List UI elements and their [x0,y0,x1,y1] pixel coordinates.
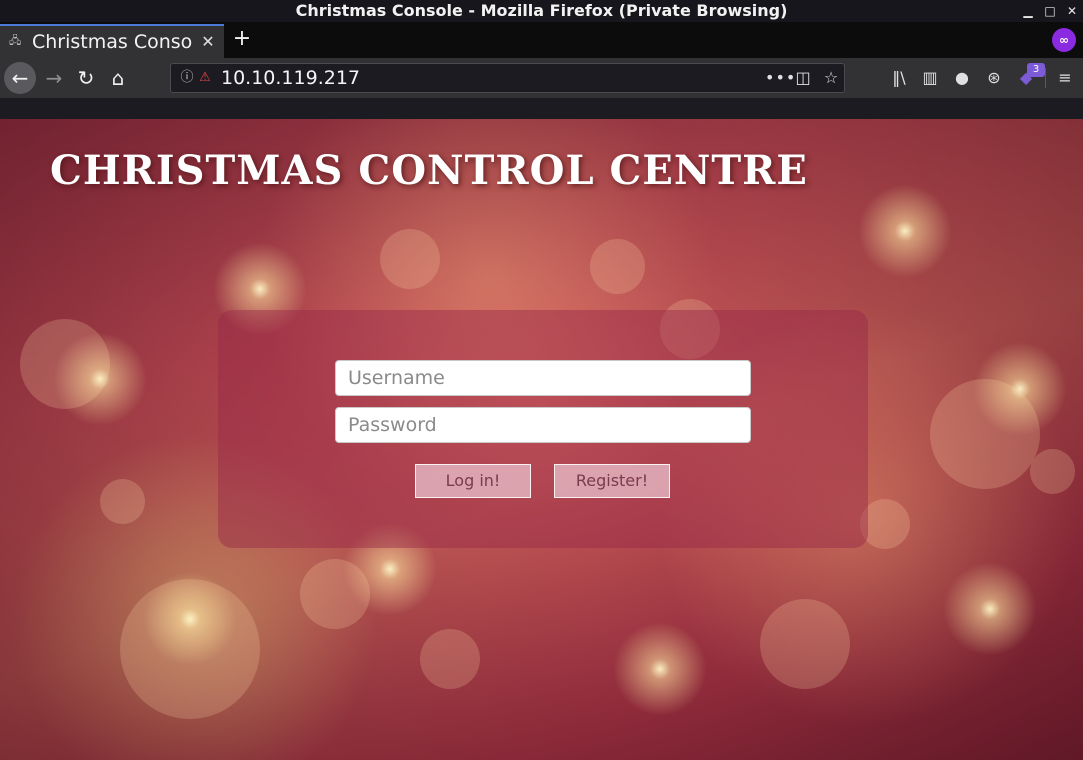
home-button[interactable]: ⌂ [102,62,134,94]
sparkle-star [960,329,1080,449]
forward-button[interactable]: → [38,62,70,94]
private-browsing-icon: ∞ [1052,28,1076,52]
tab-close-icon[interactable]: ✕ [199,30,217,54]
network-globe-icon[interactable]: ⊛ [982,66,1006,90]
pocket-icon[interactable]: ◫ [792,66,814,90]
login-panel: Log in! Register! [218,310,868,548]
sparkle-star [845,171,965,291]
network-favicon-icon: 🖧 [9,34,22,47]
extension-badge: 3 [1027,63,1045,77]
window-title: Christmas Console - Mozilla Firefox (Pri… [295,1,788,20]
window-titlebar: Christmas Console - Mozilla Firefox (Pri… [0,0,1083,22]
username-input[interactable] [335,360,751,396]
page-content: CHRISTMAS CONTROL CENTRE Log in! Registe… [0,119,1083,760]
register-button[interactable]: Register! [554,464,670,498]
navigation-toolbar: ← → ↻ ⌂ ⓘ ⚠ 10.10.119.217 ••• ◫ ☆ ‖\ ▥ ●… [0,58,1083,98]
toolbar-separator [1045,68,1046,88]
account-icon[interactable]: ● [950,66,974,90]
bokeh-light [100,479,145,524]
site-info-icon[interactable]: ⓘ [179,70,195,86]
minimize-icon[interactable]: ▁ [1020,0,1036,22]
sparkle-star [40,319,160,439]
page-actions-icon[interactable]: ••• [765,66,795,90]
bokeh-light [420,629,480,689]
bokeh-light [760,599,850,689]
tab-title: Christmas Conso [32,31,193,53]
login-button[interactable]: Log in! [415,464,531,498]
sparkle-star [130,559,250,679]
maximize-icon[interactable]: □ [1042,0,1058,22]
bokeh-light [590,239,645,294]
hamburger-menu-icon[interactable]: ≡ [1053,66,1077,90]
url-text[interactable]: 10.10.119.217 [221,66,360,90]
reload-button[interactable]: ↻ [70,62,102,94]
bokeh-light [1030,449,1075,494]
tab-strip: 🖧 Christmas Conso ✕ + ∞ [0,22,1083,58]
password-input[interactable] [335,407,751,443]
url-bar[interactable]: ⓘ ⚠ 10.10.119.217 ••• ◫ ☆ [170,63,845,93]
back-button[interactable]: ← [4,62,36,94]
tab-christmas-console[interactable]: 🖧 Christmas Conso ✕ [0,24,224,58]
sparkle-star [600,609,720,729]
sidebar-icon[interactable]: ▥ [918,66,942,90]
new-tab-button[interactable]: + [231,26,253,52]
page-title: CHRISTMAS CONTROL CENTRE [50,147,808,194]
sparkle-star [930,549,1050,669]
insecure-connection-icon[interactable]: ⚠ [197,70,213,86]
bookmark-star-icon[interactable]: ☆ [820,66,842,90]
library-icon[interactable]: ‖\ [887,66,911,90]
close-window-icon[interactable]: ✕ [1064,0,1080,22]
page-top-border [0,98,1083,119]
bokeh-light [380,229,440,289]
